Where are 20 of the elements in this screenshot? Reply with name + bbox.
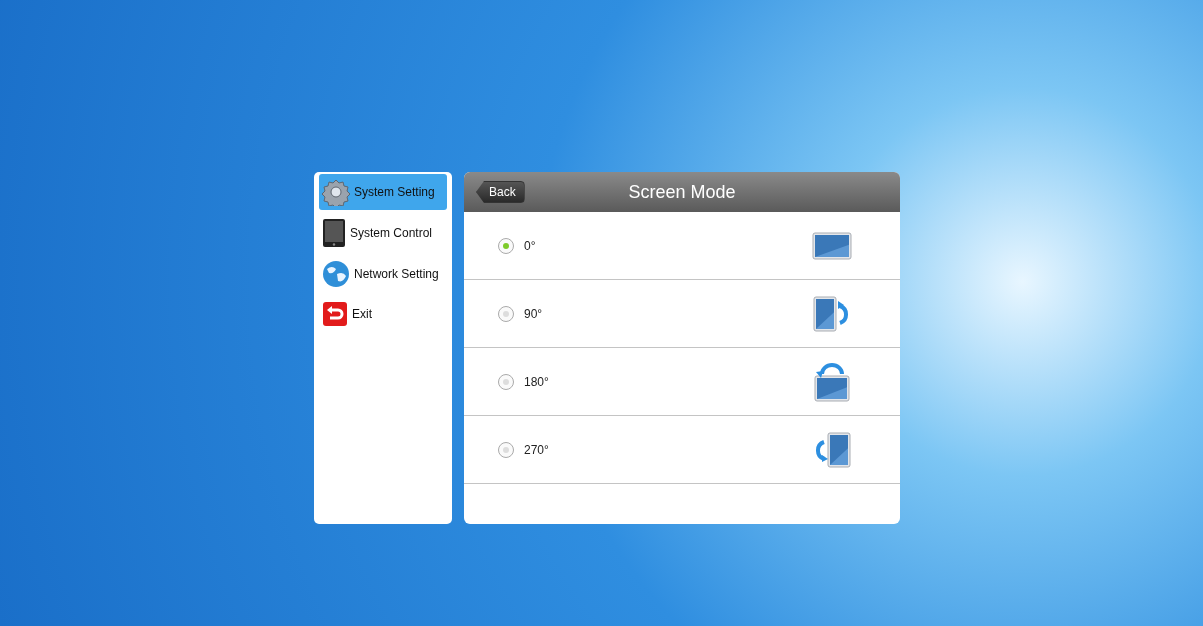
menu-item[interactable]: Network Setting: [319, 256, 447, 292]
back-button[interactable]: Back: [476, 181, 525, 203]
landscape-screen-icon: [812, 231, 852, 260]
panel-title: Screen Mode: [628, 181, 736, 203]
exit-icon: [322, 301, 348, 327]
radio-button[interactable]: [498, 373, 514, 390]
radio-button[interactable]: [498, 305, 514, 322]
radio-button[interactable]: [498, 237, 514, 254]
globe-icon: [322, 260, 350, 288]
rotate-top-icon: [812, 361, 852, 402]
menu-item[interactable]: System Setting: [319, 174, 447, 210]
gear-icon: [322, 178, 350, 206]
menu-item[interactable]: System Control: [319, 214, 447, 252]
radio-button[interactable]: [498, 441, 514, 458]
option-label: 180°: [524, 374, 550, 389]
menu-item[interactable]: Exit: [319, 296, 447, 332]
option-label: 270°: [524, 442, 550, 457]
tablet-icon: [322, 218, 346, 248]
option-label: 90°: [524, 306, 544, 321]
option-label: 0°: [524, 238, 537, 253]
